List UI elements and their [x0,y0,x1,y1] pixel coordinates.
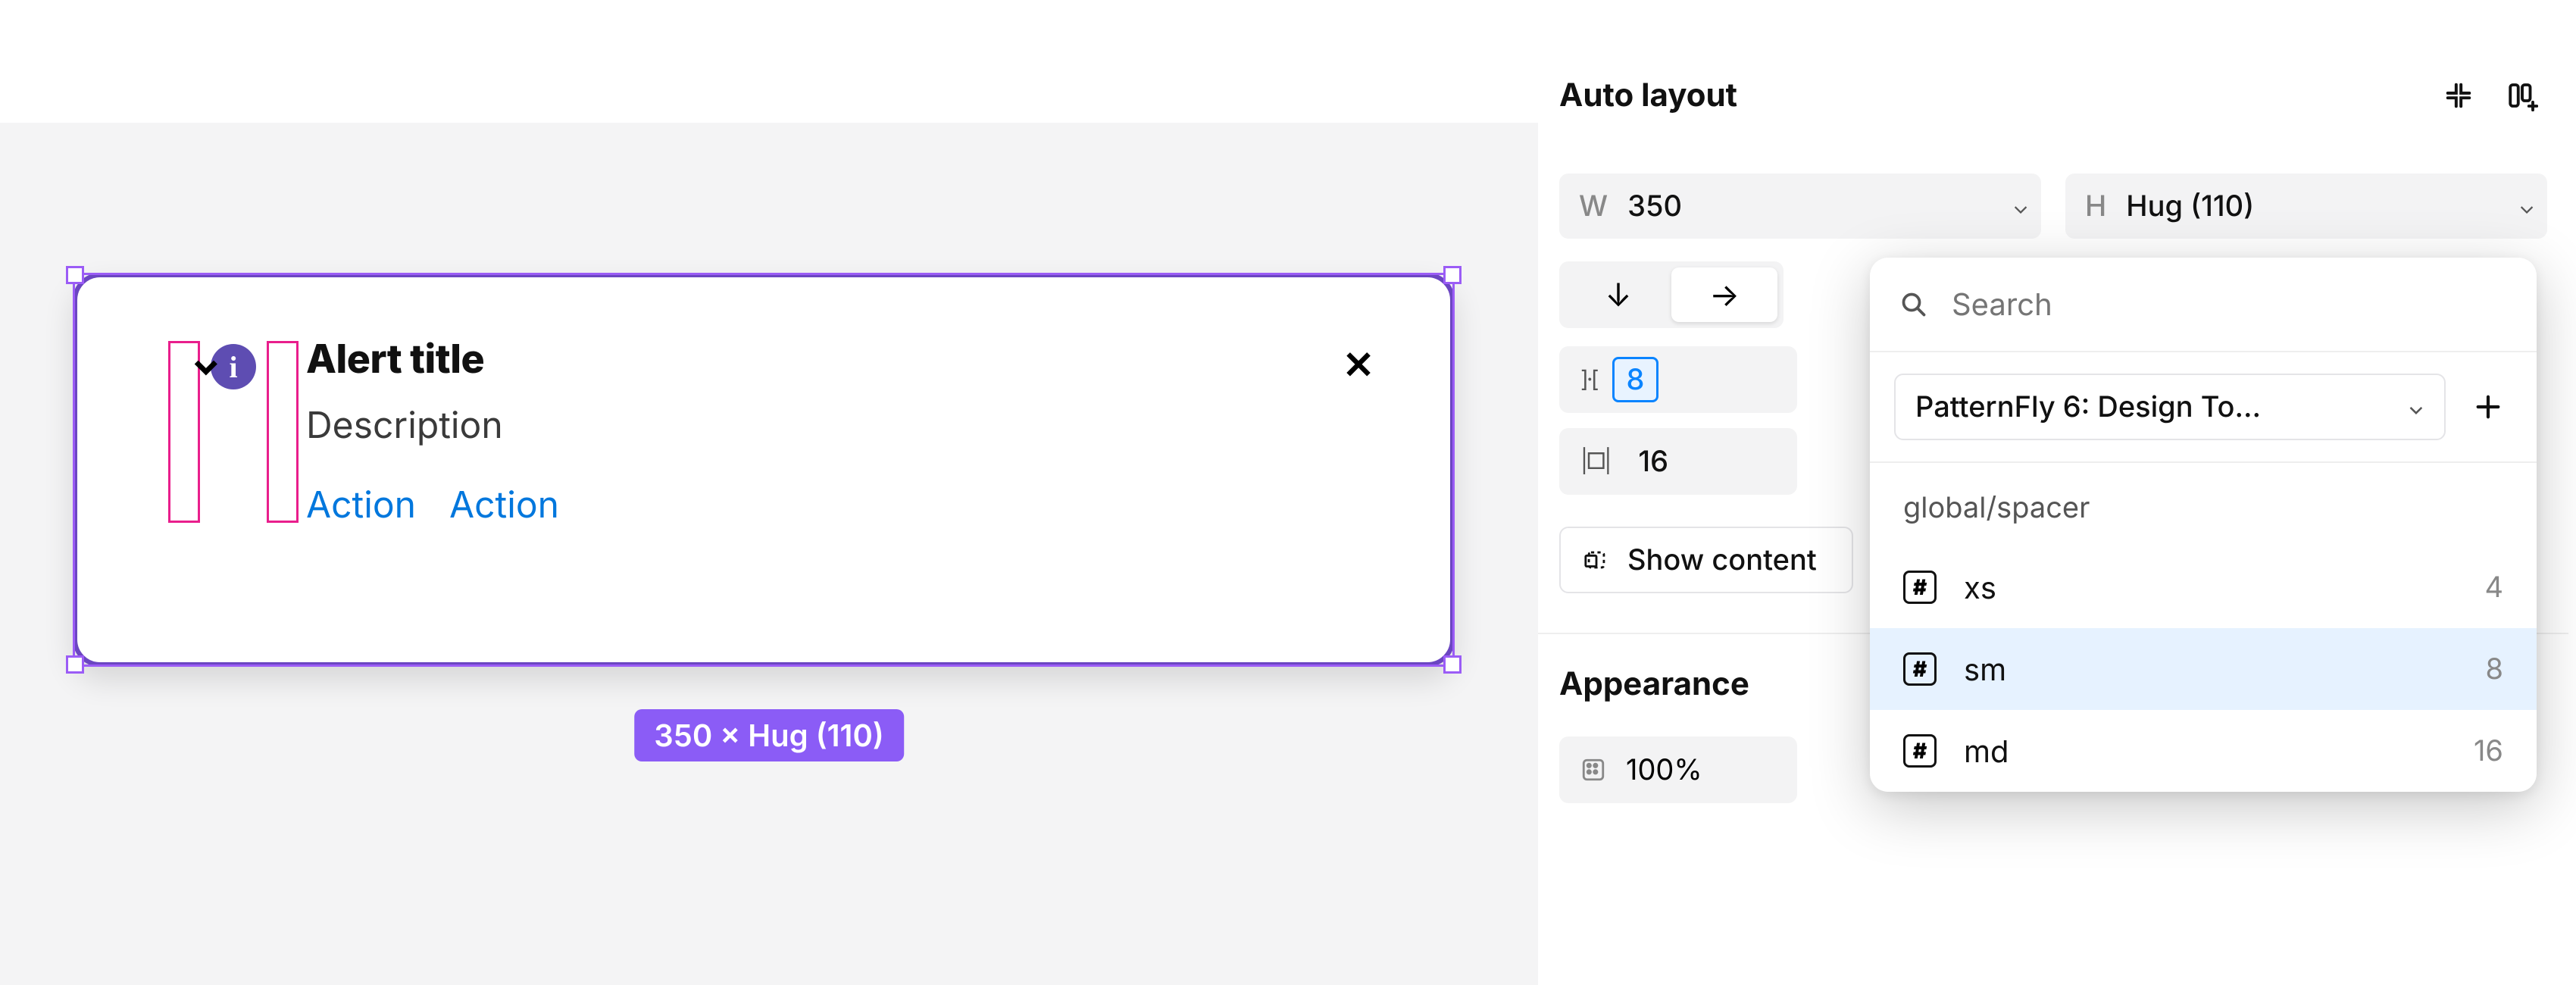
token-row-sm[interactable]: # sm 8 [1870,628,2537,710]
chevron-down-icon[interactable]: ⌄ [2518,193,2535,219]
padding-icon: |□| [1580,448,1609,475]
panel-section-title: Auto layout [1559,76,1737,114]
selection-size-badge: 350 × Hug (110) [634,709,904,761]
clip-content-button[interactable]: Show content [1559,527,1853,593]
token-group-label: global/spacer [1870,463,2537,546]
chevron-down-icon[interactable]: ⌄ [2012,193,2029,219]
token-row-md[interactable]: # md 16 [1870,710,2537,792]
clip-icon [1583,547,1609,573]
padding-input[interactable]: |□| 16 [1559,428,1797,495]
add-variable-button[interactable] [2464,383,2512,431]
direction-toggle: ↓ → [1559,261,1784,328]
opacity-input[interactable]: 100% [1559,736,1797,803]
gap-value[interactable]: 8 [1612,357,1659,402]
add-autolayout-icon[interactable] [2506,80,2538,111]
inspector-panel: Auto layout W [1538,0,2568,985]
chevron-down-icon: ⌄ [2408,394,2424,420]
collapse-icon[interactable] [2444,81,2473,110]
library-select[interactable]: PatternFly 6: Design To… ⌄ [1894,374,2446,440]
padding-value: 16 [1638,444,1668,479]
token-row-xs[interactable]: # xs 4 [1870,546,2537,628]
number-variable-icon: # [1903,652,1937,686]
gap-icon: ]·[ [1580,366,1597,393]
direction-vertical-button[interactable]: ↓ [1565,267,1671,322]
search-icon [1900,291,1927,318]
number-variable-icon: # [1903,734,1937,768]
popover-search-row [1870,258,2537,352]
height-input[interactable]: H Hug (110) ⌄ [2065,174,2547,239]
gap-input[interactable]: ]·[ 8 [1559,346,1797,413]
number-variable-icon: # [1903,571,1937,604]
design-canvas[interactable]: ⌄ i Alert title Description Action Actio… [0,0,1538,985]
direction-horizontal-button[interactable]: → [1671,267,1777,322]
search-input[interactable] [1950,285,2506,324]
opacity-icon [1580,757,1606,783]
opacity-value: 100% [1626,752,1702,787]
variable-picker-popover: PatternFly 6: Design To… ⌄ global/spacer… [1870,258,2537,792]
width-input[interactable]: W 350 ⌄ [1559,174,2041,239]
